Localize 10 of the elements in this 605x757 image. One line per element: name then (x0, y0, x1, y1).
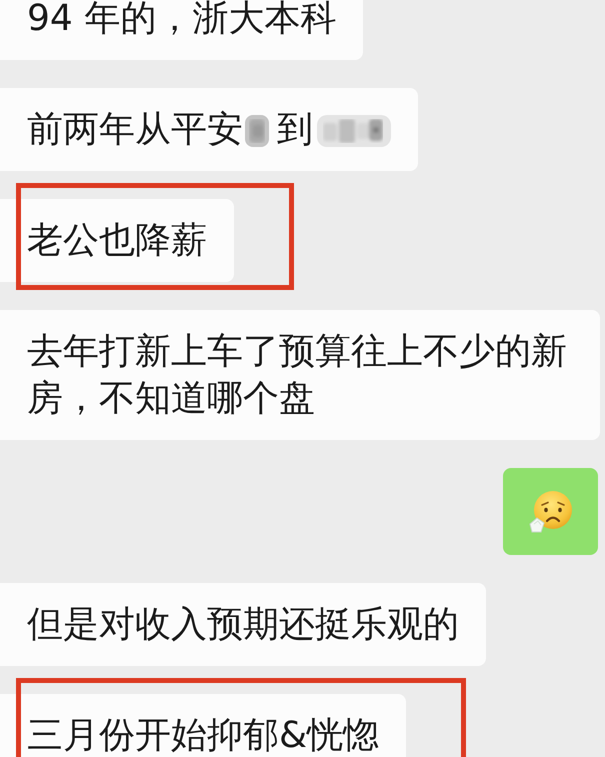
message-text: 94 年的，浙大本科 (27, 0, 336, 39)
message-text: 前两年从平安 (27, 109, 243, 150)
message-text: 老公也降薪 (27, 220, 207, 261)
message-text: 到 (277, 109, 313, 150)
message-text: 但是对收入预期还挺乐观的 (27, 604, 459, 645)
sad-face-emoji-icon (528, 490, 574, 534)
blurred-redaction-icon (317, 115, 391, 148)
blurred-redaction-icon (245, 115, 269, 148)
message-text: 三月份开始抑郁&恍惚 (27, 715, 380, 756)
message-text: 去年打新上车了预算往上不少的新房，不知道哪个盘 (27, 331, 567, 419)
